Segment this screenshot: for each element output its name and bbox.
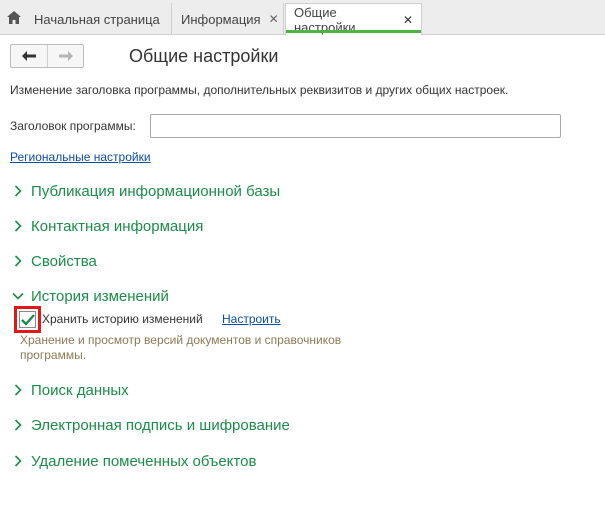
chevron-right-icon [11,219,25,233]
section-deletion[interactable]: Удаление помеченных объектов [11,451,256,471]
forward-button[interactable] [47,45,83,67]
section-signature[interactable]: Электронная подпись и шифрование [11,415,290,435]
history-navigation [10,44,84,68]
section-title: Свойства [31,252,97,270]
back-button[interactable] [11,45,47,67]
arrow-right-icon [58,51,73,61]
close-icon[interactable]: ✕ [269,12,279,26]
section-history[interactable]: История изменений [11,286,169,306]
chevron-right-icon [11,454,25,468]
tab-home-page[interactable]: Начальная страница [26,3,172,35]
page-description: Изменение заголовка программы, дополните… [10,83,509,97]
regional-settings-link[interactable]: Региональные настройки [10,150,151,164]
section-title: Удаление помеченных объектов [31,452,257,470]
tab-label: Начальная страница [34,11,160,27]
arrow-left-icon [22,51,36,61]
section-title: Поиск данных [31,381,129,399]
section-title: Контактная информация [31,217,204,235]
chevron-right-icon [11,418,25,432]
home-icon [7,10,21,24]
history-note: Хранение и просмотр версий документов и … [20,333,342,362]
chevron-down-icon [11,289,25,303]
section-publication[interactable]: Публикация информационной базы [11,181,280,201]
section-search[interactable]: Поиск данных [11,380,129,400]
chevron-right-icon [11,254,25,268]
store-history-checkbox[interactable] [19,311,36,328]
program-title-label: Заголовок программы: [10,119,136,133]
checkmark-icon [20,313,35,326]
section-title: История изменений [31,287,169,305]
section-title: Электронная подпись и шифрование [31,416,290,434]
tab-bar: Начальная страница Информация ✕ Общие на… [0,0,605,36]
section-properties[interactable]: Свойства [11,251,97,271]
page-title: Общие настройки [129,46,279,66]
section-contact-info[interactable]: Контактная информация [11,216,203,236]
active-tab-indicator [286,30,421,33]
program-title-input[interactable] [150,114,561,138]
home-button[interactable] [5,8,23,26]
store-history-label[interactable]: Хранить историю изменений [42,312,203,326]
chevron-right-icon [11,184,25,198]
tab-label: Информация [181,11,261,27]
tab-information[interactable]: Информация ✕ [173,3,284,35]
chevron-right-icon [11,383,25,397]
configure-link[interactable]: Настроить [222,312,281,326]
section-title: Публикация информационной базы [31,182,281,200]
close-icon[interactable]: ✕ [403,13,413,27]
